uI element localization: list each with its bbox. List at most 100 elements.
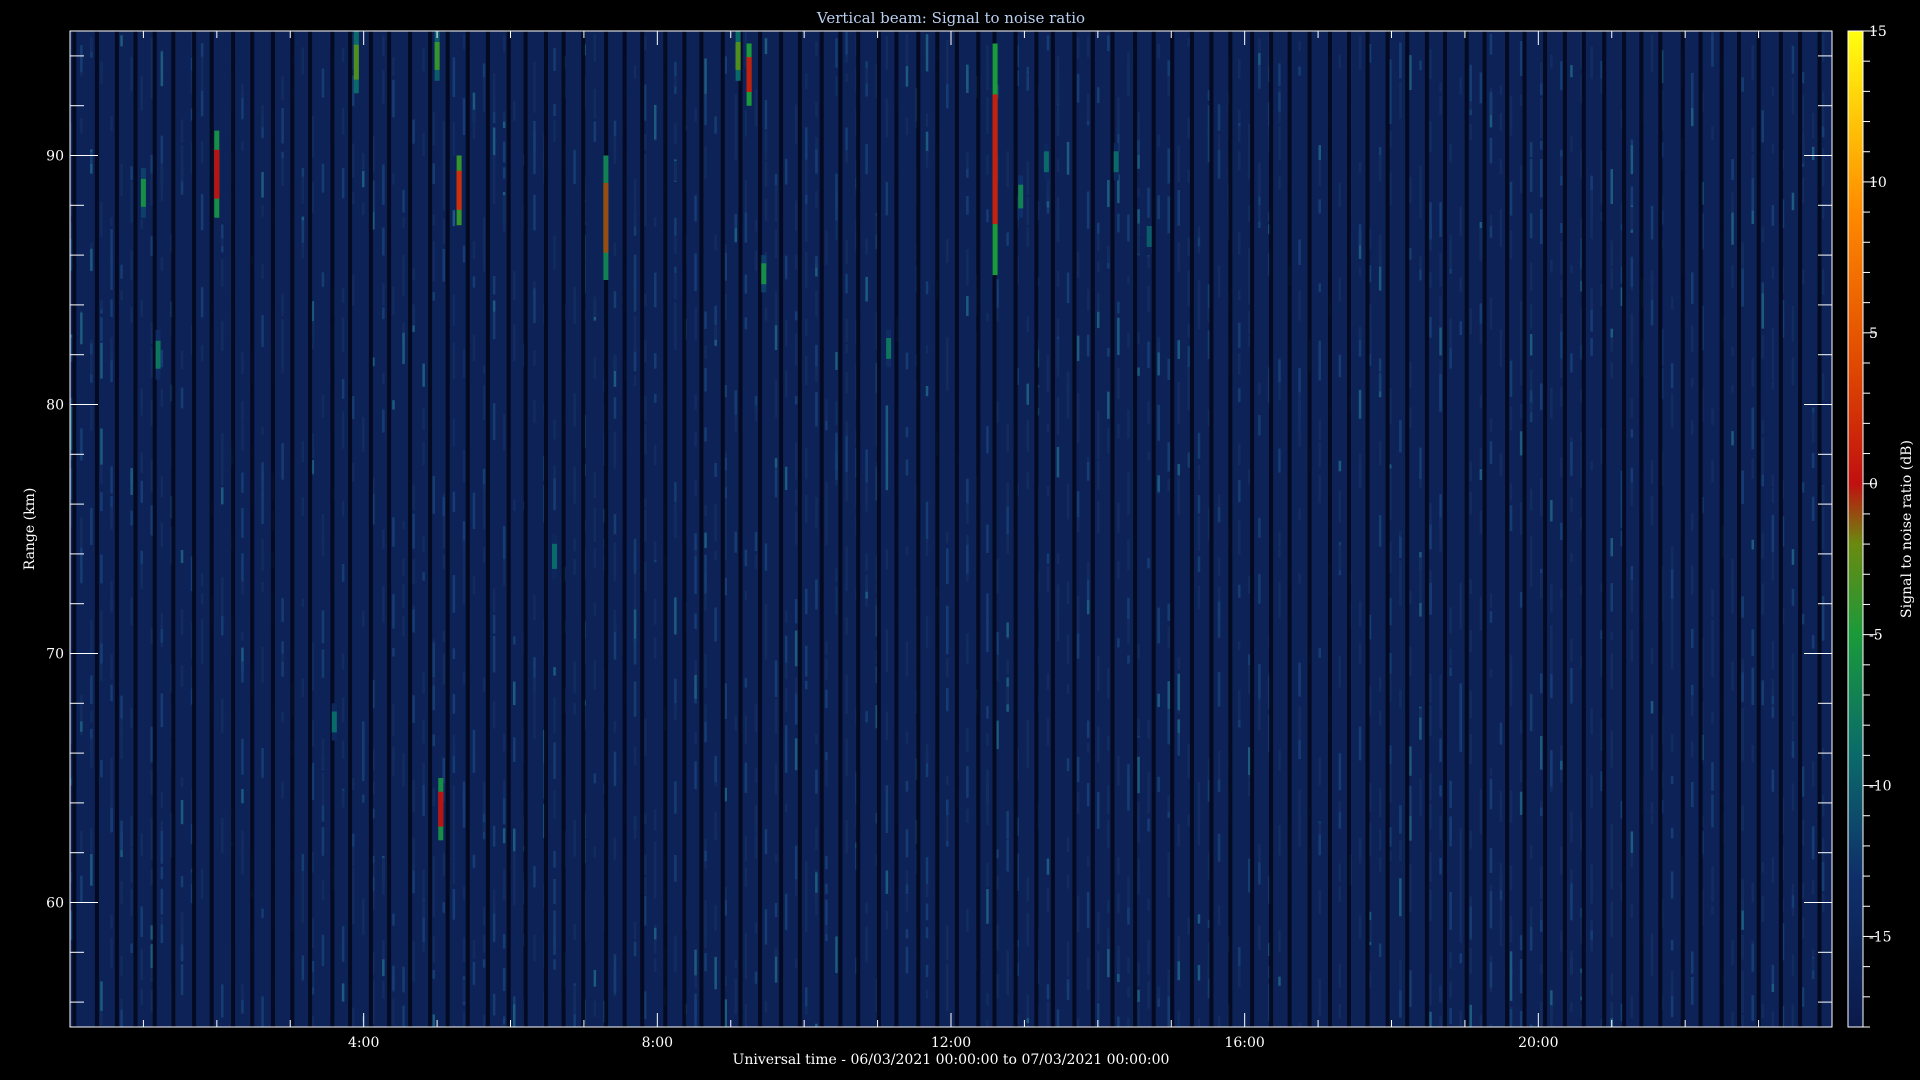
noise-speck (815, 580, 818, 610)
noise-speck (633, 921, 637, 940)
noise-speck (432, 935, 435, 963)
noise-speck (784, 635, 788, 663)
noise-speck (593, 846, 597, 858)
noise-speck (966, 908, 969, 933)
noise-speck (1278, 63, 1281, 87)
noise-speck (1610, 538, 1613, 557)
noise-speck (341, 107, 345, 135)
noise-speck (1711, 643, 1714, 678)
noise-speck (1489, 852, 1493, 873)
noise-speck (1519, 165, 1523, 193)
noise-speck (1550, 54, 1553, 68)
noise-speck (1197, 464, 1201, 480)
noise-speck (744, 180, 748, 198)
noise-speck (160, 924, 164, 943)
echo-mark (456, 155, 462, 226)
noise-speck (442, 121, 445, 157)
noise-speck (1711, 459, 1714, 483)
noise-speck (412, 695, 415, 723)
noise-speck (794, 396, 798, 405)
noise-speck (1086, 334, 1090, 357)
noise-speck (533, 93, 536, 113)
noise-speck (1318, 823, 1321, 835)
noise-speck (845, 468, 848, 502)
noise-speck (1157, 776, 1160, 793)
noise-speck (946, 532, 949, 544)
noise-speck (1801, 820, 1805, 846)
noise-speck (1147, 285, 1150, 312)
noise-speck (1338, 54, 1342, 69)
noise-speck (1066, 941, 1070, 977)
heatmap-plot-area[interactable] (70, 31, 1832, 1062)
noise-speck (140, 219, 143, 230)
noise-speck (513, 828, 516, 852)
noise-speck (1238, 641, 1241, 651)
noise-speck (1519, 431, 1523, 456)
noise-speck (1761, 293, 1764, 329)
noise-speck (110, 217, 113, 227)
noise-speck (1479, 307, 1483, 316)
noise-speck (694, 761, 697, 790)
echo-core (1018, 184, 1024, 209)
noise-speck (1821, 203, 1825, 220)
noise-speck (553, 104, 556, 116)
noise-speck (130, 307, 133, 323)
noise-speck (1278, 448, 1281, 473)
noise-speck (966, 168, 969, 178)
noise-speck (835, 568, 838, 582)
data-gap-stripe (114, 31, 119, 1027)
noise-speck (492, 76, 496, 112)
noise-speck (905, 829, 909, 858)
noise-speck (1147, 939, 1150, 963)
echo-core (155, 340, 161, 369)
noise-speck (130, 211, 133, 223)
noise-speck (1006, 151, 1009, 187)
noise-speck (764, 100, 768, 130)
noise-speck (452, 78, 456, 98)
noise-speck (402, 521, 405, 530)
noise-speck (1378, 828, 1382, 851)
noise-speck (1258, 415, 1261, 436)
noise-speck (835, 352, 838, 370)
data-gap-stripe (1405, 31, 1410, 1027)
noise-speck (643, 895, 647, 926)
echo-core (1113, 151, 1119, 173)
noise-speck (422, 536, 425, 548)
data-gap-stripe (192, 31, 197, 1027)
noise-speck (865, 926, 868, 964)
noise-speck (1026, 738, 1029, 769)
noise-speck (1187, 270, 1191, 307)
noise-speck (1117, 638, 1120, 648)
noise-speck (674, 302, 677, 323)
noise-speck (130, 166, 133, 181)
noise-speck (1670, 296, 1674, 310)
noise-speck (110, 229, 113, 262)
noise-speck (613, 354, 617, 371)
noise-speck (200, 287, 204, 311)
noise-speck (1570, 950, 1573, 976)
noise-speck (613, 120, 617, 137)
noise-speck (1056, 397, 1060, 435)
noise-speck (1419, 60, 1422, 71)
noise-speck (482, 822, 486, 832)
noise-speck (1791, 192, 1795, 211)
noise-speck (160, 476, 164, 498)
noise-speck (1570, 553, 1573, 562)
noise-speck (120, 820, 123, 851)
noise-speck (1439, 252, 1442, 287)
data-gap-stripe (1424, 31, 1429, 1027)
noise-speck (825, 856, 828, 870)
noise-speck (986, 44, 989, 77)
noise-speck (1117, 97, 1120, 135)
noise-speck (704, 345, 707, 359)
noise-speck (654, 104, 657, 140)
noise-speck (1650, 460, 1654, 484)
noise-speck (1056, 1009, 1060, 1027)
noise-speck (1540, 81, 1543, 96)
noise-speck (654, 808, 657, 831)
noise-speck (392, 704, 395, 736)
noise-speck (160, 187, 164, 202)
noise-speck (392, 594, 395, 629)
noise-speck (402, 966, 405, 993)
noise-speck (1610, 632, 1613, 641)
